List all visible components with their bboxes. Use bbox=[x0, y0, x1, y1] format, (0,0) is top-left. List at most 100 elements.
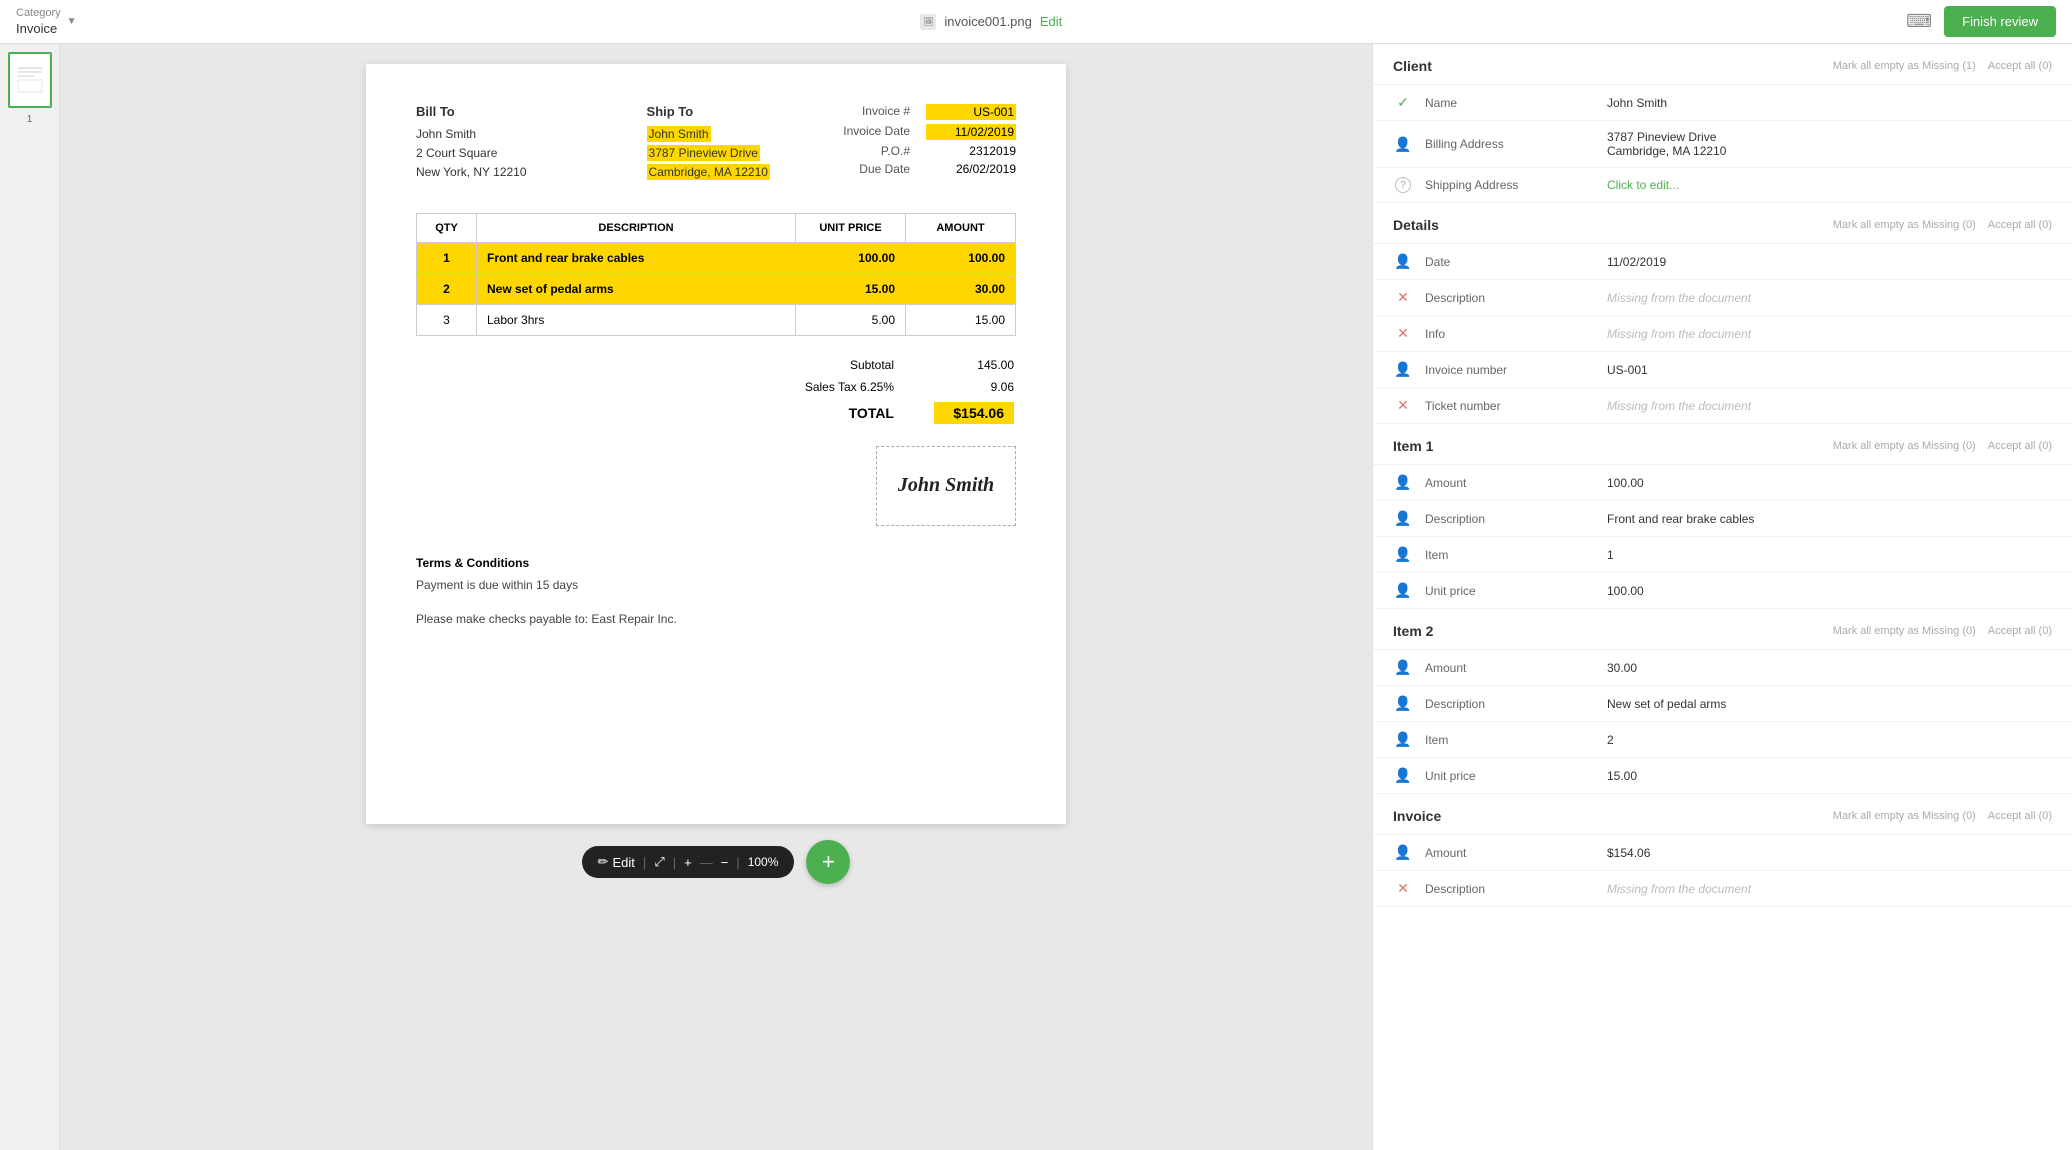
item2-section-actions: Mark all empty as Missing (0) Accept all… bbox=[1833, 625, 2052, 637]
ticket-number-value: Missing from the document bbox=[1607, 399, 2052, 413]
bill-address1: 2 Court Square bbox=[416, 144, 527, 163]
info-row: ✕ Info Missing from the document bbox=[1373, 316, 2072, 352]
client-accept-all[interactable]: Accept all (0) bbox=[1988, 60, 2052, 72]
dropdown-icon: ▼ bbox=[67, 16, 77, 27]
item2-accept-all[interactable]: Accept all (0) bbox=[1988, 625, 2052, 637]
item2-item-value: 2 bbox=[1607, 733, 2052, 747]
item1-unitprice-label: Unit price bbox=[1425, 584, 1595, 598]
question-icon: ? bbox=[1393, 177, 1413, 193]
x-icon-ticket: ✕ bbox=[1393, 397, 1413, 414]
item2-desc-value: New set of pedal arms bbox=[1607, 697, 2052, 711]
invoice-mark-missing[interactable]: Mark all empty as Missing (0) bbox=[1833, 810, 1976, 822]
item2-mark-missing[interactable]: Mark all empty as Missing (0) bbox=[1833, 625, 1976, 637]
billing-value: 3787 Pineview Drive Cambridge, MA 12210 bbox=[1607, 130, 2052, 158]
item1-section-header: Item 1 Mark all empty as Missing (0) Acc… bbox=[1373, 424, 2072, 465]
file-edit-link[interactable]: Edit bbox=[1040, 14, 1062, 29]
name-value: John Smith bbox=[1607, 96, 2052, 110]
expand-button[interactable]: ⤢ bbox=[654, 854, 664, 870]
invoice-date-value: 11/02/2019 bbox=[926, 124, 1016, 140]
bill-to-block: Bill To John Smith 2 Court Square New Yo… bbox=[416, 104, 527, 183]
item1-accept-all[interactable]: Accept all (0) bbox=[1988, 440, 2052, 452]
item2-desc-row: 👤 Description New set of pedal arms bbox=[1373, 686, 2072, 722]
name-label: Name bbox=[1425, 96, 1595, 110]
edit-label: Edit bbox=[613, 855, 635, 870]
shipping-value[interactable]: Click to edit... bbox=[1607, 178, 2052, 192]
invoice-desc-value: Missing from the document bbox=[1607, 882, 2052, 896]
invoice-number-value: US-001 bbox=[1607, 363, 2052, 377]
person-icon-i2amt: 👤 bbox=[1393, 659, 1413, 676]
item2-unitprice-value: 15.00 bbox=[1607, 769, 2052, 783]
date-row: 👤 Date 11/02/2019 bbox=[1373, 244, 2072, 280]
main-layout: 1 Bill To John Smith 2 Court Square New … bbox=[0, 44, 2072, 1150]
category-selector[interactable]: Category Invoice ▼ bbox=[16, 7, 77, 35]
invoice-section-title: Invoice bbox=[1393, 808, 1441, 824]
ship-address2: Cambridge, MA 12210 bbox=[647, 164, 770, 180]
ship-address1: 3787 Pineview Drive bbox=[647, 145, 760, 161]
col-amount: AMOUNT bbox=[906, 213, 1016, 242]
fab-add-button[interactable]: + bbox=[806, 840, 850, 884]
item2-item-label: Item bbox=[1425, 733, 1595, 747]
check-icon: ✓ bbox=[1393, 94, 1413, 111]
item1-section-actions: Mark all empty as Missing (0) Accept all… bbox=[1833, 440, 2052, 452]
invoice-desc-row: ✕ Description Missing from the document bbox=[1373, 871, 2072, 907]
keyboard-icon: ⌨ bbox=[1906, 11, 1932, 32]
x-icon-info: ✕ bbox=[1393, 325, 1413, 342]
finish-review-button[interactable]: Finish review bbox=[1944, 6, 2056, 37]
divider1: | bbox=[643, 855, 646, 870]
client-mark-missing[interactable]: Mark all empty as Missing (1) bbox=[1833, 60, 1976, 72]
billing-address-row: 👤 Billing Address 3787 Pineview Drive Ca… bbox=[1373, 121, 2072, 168]
row1-desc: Front and rear brake cables bbox=[477, 242, 796, 273]
item2-section-header: Item 2 Mark all empty as Missing (0) Acc… bbox=[1373, 609, 2072, 650]
description-label: Description bbox=[1425, 291, 1595, 305]
item2-unitprice-label: Unit price bbox=[1425, 769, 1595, 783]
invoice-desc-label: Description bbox=[1425, 882, 1595, 896]
category-label: Category bbox=[16, 7, 61, 20]
category-value: Invoice bbox=[16, 21, 61, 36]
item1-desc-label: Description bbox=[1425, 512, 1595, 526]
page-thumbnail-1[interactable] bbox=[8, 52, 52, 108]
zoom-level: 100% bbox=[748, 855, 779, 869]
invoice-accept-all[interactable]: Accept all (0) bbox=[1988, 810, 2052, 822]
tax-value: 9.06 bbox=[934, 380, 1014, 394]
top-bar-right: ⌨ Finish review bbox=[1906, 6, 2056, 37]
item1-amount-row: 👤 Amount 100.00 bbox=[1373, 465, 2072, 501]
person-icon-i1desc: 👤 bbox=[1393, 510, 1413, 527]
invoice-meta: Invoice # US-001 Invoice Date 11/02/2019… bbox=[843, 104, 1016, 183]
item1-mark-missing[interactable]: Mark all empty as Missing (0) bbox=[1833, 440, 1976, 452]
details-mark-missing[interactable]: Mark all empty as Missing (0) bbox=[1833, 219, 1976, 231]
invoice-date-label: Invoice Date bbox=[843, 124, 910, 140]
item2-desc-label: Description bbox=[1425, 697, 1595, 711]
description-value: Missing from the document bbox=[1607, 291, 2052, 305]
zoom-in-button[interactable]: + bbox=[684, 855, 692, 870]
client-section-header: Client Mark all empty as Missing (1) Acc… bbox=[1373, 44, 2072, 85]
terms-heading: Terms & Conditions bbox=[416, 556, 1016, 570]
person-icon-i1amt: 👤 bbox=[1393, 474, 1413, 491]
zoom-out-button[interactable]: − bbox=[721, 855, 729, 870]
tax-label: Sales Tax 6.25% bbox=[805, 380, 894, 394]
item1-amount-label: Amount bbox=[1425, 476, 1595, 490]
item1-item-row: 👤 Item 1 bbox=[1373, 537, 2072, 573]
col-qty: QTY bbox=[417, 213, 477, 242]
address-section: Bill To John Smith 2 Court Square New Yo… bbox=[416, 104, 770, 183]
info-value: Missing from the document bbox=[1607, 327, 2052, 341]
ship-to-label: Ship To bbox=[647, 104, 770, 119]
bill-name: John Smith bbox=[416, 125, 527, 144]
invoice-number-label: Invoice number bbox=[1425, 363, 1595, 377]
shipping-label: Shipping Address bbox=[1425, 178, 1595, 192]
edit-button[interactable]: ✏ Edit bbox=[598, 854, 635, 870]
billing-addr1: 3787 Pineview Drive bbox=[1607, 130, 2052, 144]
tax-row: Sales Tax 6.25% 9.06 bbox=[805, 378, 1014, 396]
item1-unitprice-value: 100.00 bbox=[1607, 584, 2052, 598]
signature-box: John Smith bbox=[876, 446, 1016, 526]
terms-section: Terms & Conditions Payment is due within… bbox=[416, 556, 1016, 629]
item1-amount-value: 100.00 bbox=[1607, 476, 2052, 490]
item2-amount-value: 30.00 bbox=[1607, 661, 2052, 675]
row2-desc: New set of pedal arms bbox=[477, 273, 796, 304]
billing-label: Billing Address bbox=[1425, 137, 1595, 151]
item2-unitprice-row: 👤 Unit price 15.00 bbox=[1373, 758, 2072, 794]
totals-section: Subtotal 145.00 Sales Tax 6.25% 9.06 TOT… bbox=[416, 356, 1016, 426]
details-accept-all[interactable]: Accept all (0) bbox=[1988, 219, 2052, 231]
item1-item-label: Item bbox=[1425, 548, 1595, 562]
row2-qty: 2 bbox=[417, 273, 477, 304]
toolbar-pill: ✏ Edit | ⤢ | + — − | 100% bbox=[582, 846, 795, 878]
